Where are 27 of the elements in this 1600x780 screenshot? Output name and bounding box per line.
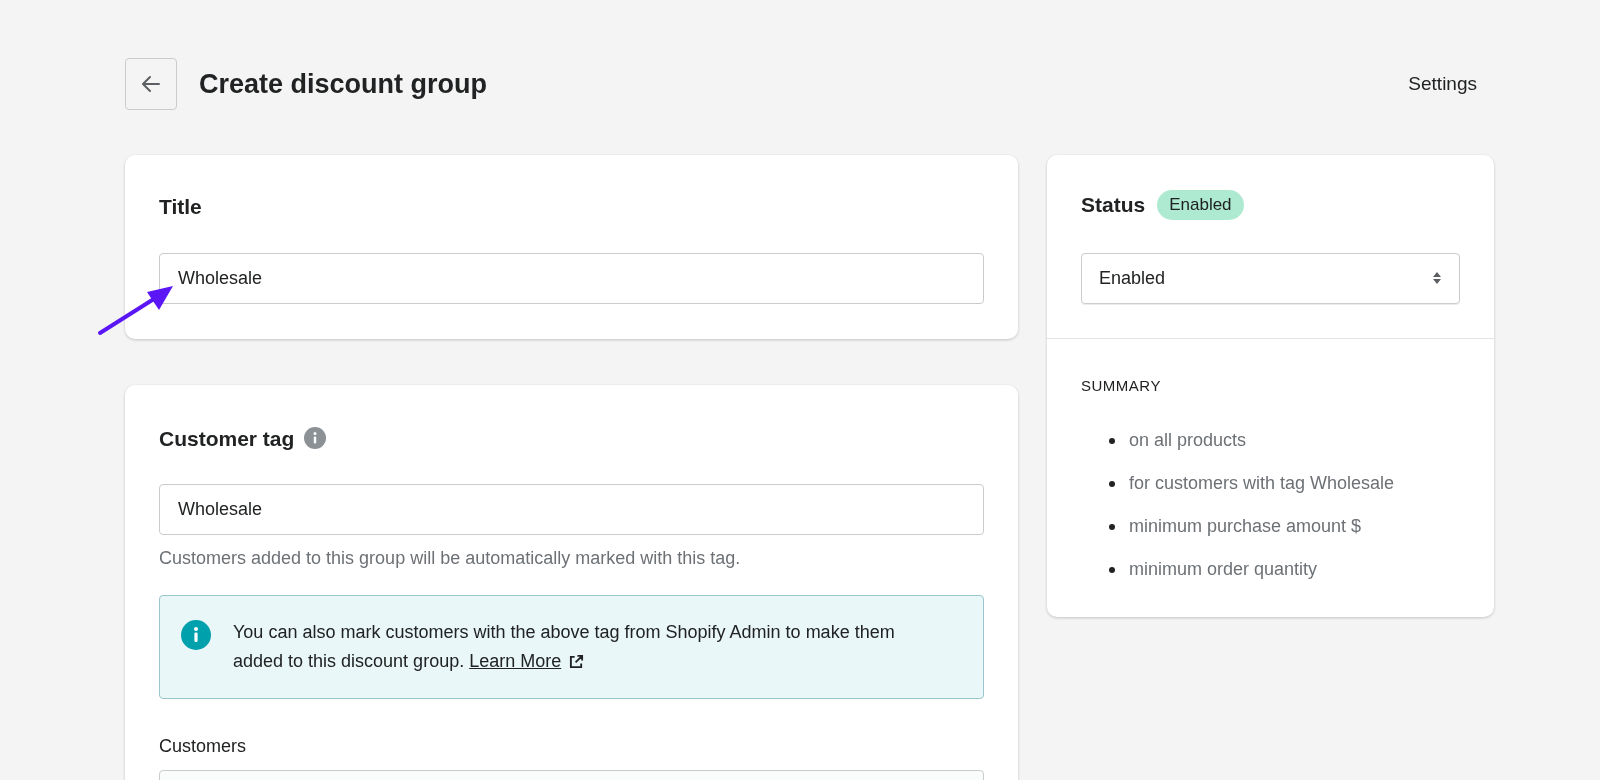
page-title: Create discount group [199,67,488,101]
learn-more-link[interactable]: Learn More [469,647,585,676]
bullet-icon [1109,523,1115,530]
title-input[interactable]: Wholesale [159,252,984,304]
status-select[interactable]: Enabled [1081,252,1460,304]
info-icon [181,620,211,650]
select-caret-icon [1432,270,1442,286]
field-label: Customers [159,735,248,758]
bullet-icon [1109,480,1115,487]
back-button[interactable] [125,58,177,110]
card-heading: Status [1081,192,1146,218]
summary-item: on all products [1129,429,1247,452]
status-badge: Enabled [1157,190,1244,220]
info-icon[interactable] [304,427,327,450]
summary-item: for customers with tag Wholesale [1129,472,1395,495]
bullet-icon [1109,566,1115,573]
summary-heading: SUMMARY [1081,375,1162,396]
bullet-icon [1109,437,1115,444]
settings-link[interactable]: Settings [1408,69,1477,99]
info-message: You can also mark customers with the above tag from Shopify Admin to make them added to this discount group. Learn More [233,618,923,676]
summary-item: minimum order quantity [1129,558,1318,581]
help-text: Customers added to this group will be automatically marked with this tag. [159,547,742,570]
card-heading: Customer tag [159,425,295,452]
summary-item: minimum purchase amount $ [1129,515,1362,538]
external-link-icon [569,654,585,669]
customer-tag-input[interactable]: Wholesale [159,484,984,535]
card-heading: Title [159,194,203,220]
